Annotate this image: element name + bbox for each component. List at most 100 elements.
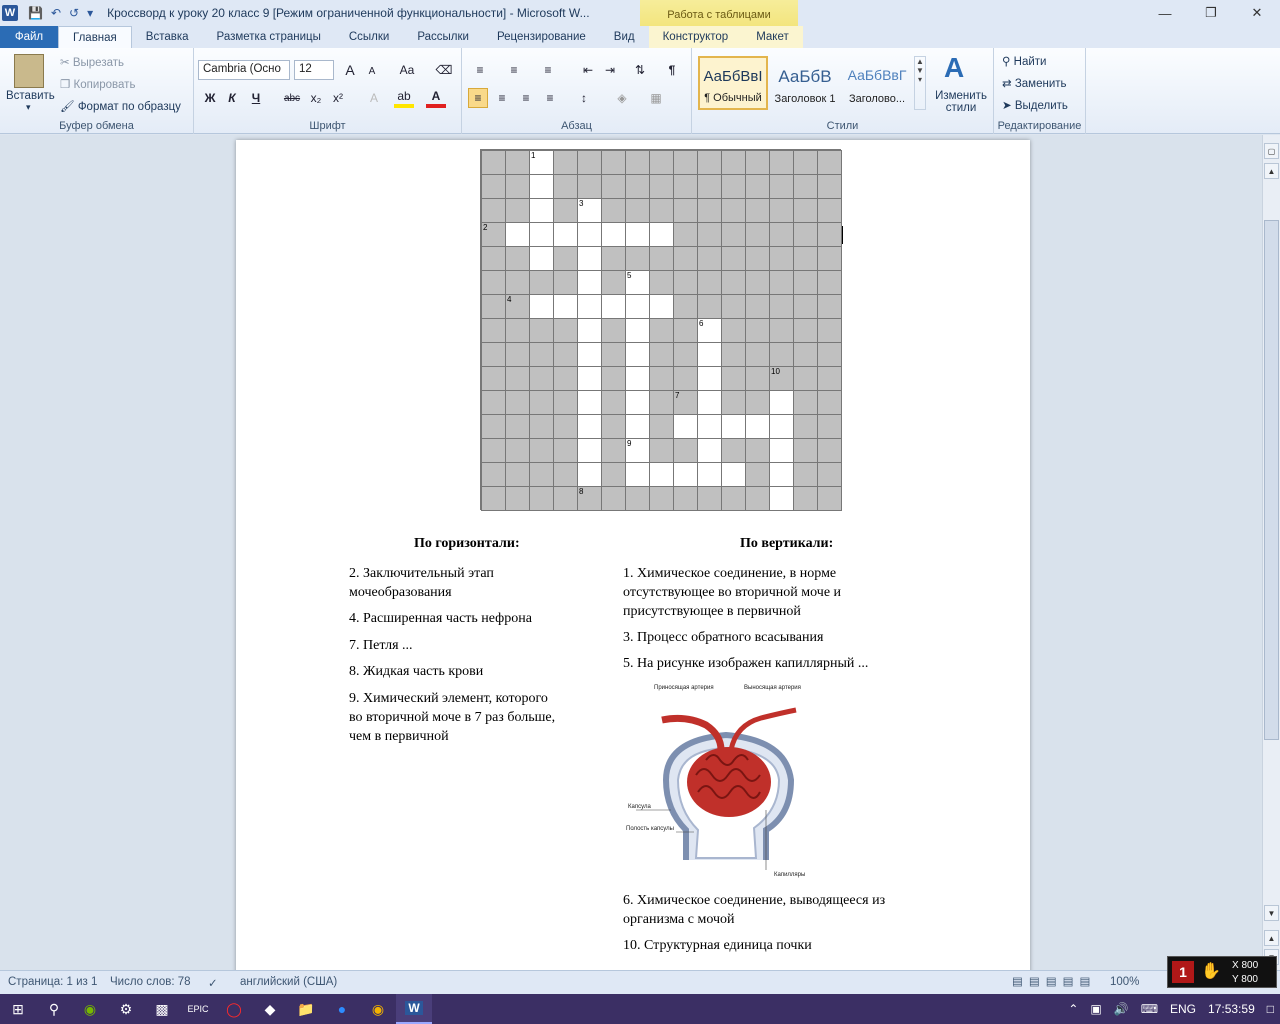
customize-qat-icon[interactable]: ▾ [87,6,93,20]
clue-across-7[interactable]: 7. Петля ... [349,636,413,655]
crossword-cell-open[interactable] [697,342,722,367]
underline-button[interactable]: Ч [246,88,266,108]
sort-icon[interactable]: ⇅ [630,60,650,80]
crossword-cell-open[interactable] [697,366,722,391]
style-heading1[interactable]: АаБбВ Заголовок 1 [770,56,840,110]
keyboard-icon[interactable]: ⌨ [1141,1002,1158,1016]
clear-format-icon[interactable]: ⌫ [434,60,454,80]
crossword-cell-open[interactable] [577,438,602,463]
scroll-up-arrow[interactable]: ▲ [1264,163,1279,179]
crossword-cell-open[interactable] [625,318,650,343]
crossword-cell-open[interactable] [577,318,602,343]
crossword-cell-open[interactable] [577,462,602,487]
steam-icon[interactable]: ⚙ [108,994,144,1024]
word-taskbar-icon[interactable]: W [396,994,432,1024]
select-button[interactable]: ➤ Выделить [1002,98,1068,112]
crossword-cell-open[interactable]: 6 [697,318,722,343]
tab-home[interactable]: Главная [58,26,132,48]
clue-down-3[interactable]: 3. Процесс обратного всасывания [623,628,823,647]
media-icon[interactable]: ▩ [144,994,180,1024]
crossword-cell-open[interactable] [769,438,794,463]
crossword-cell-open[interactable] [625,414,650,439]
scroll-thumb[interactable] [1264,220,1279,740]
tray-clock[interactable]: 17:53:59 [1208,1002,1255,1016]
vertical-scrollbar[interactable]: ▢ ▲ ▼ ▲ ▼ [1262,135,1280,970]
crossword-cell-open[interactable] [673,462,698,487]
clue-across-8[interactable]: 8. Жидкая часть крови [349,662,483,681]
find-button[interactable]: ⚲ Найти [1002,54,1046,68]
format-painter-button[interactable]: 🖌 Формат по образцу [60,99,181,113]
crossword-cell-open[interactable] [577,270,602,295]
crossword-cell-open[interactable] [577,246,602,271]
crossword-cell-open[interactable] [649,222,674,247]
clue-down-10[interactable]: 10. Структурная единица почки [623,936,812,955]
save-icon[interactable]: 💾 [28,6,43,20]
numbering-icon[interactable]: ≡ [504,60,524,80]
crossword-cell-open[interactable] [649,462,674,487]
prev-page-icon[interactable]: ▲ [1264,930,1279,946]
crossword-cell-open[interactable] [577,414,602,439]
clue-across-2[interactable]: 2. Заключительный этап мочеобразования [349,564,494,602]
crossword-cell-open[interactable] [529,198,554,223]
crossword-cell-open[interactable] [577,342,602,367]
tab-page-layout[interactable]: Разметка страницы [203,26,335,48]
multilevel-list-icon[interactable]: ≡ [538,60,558,80]
crossword-cell-open[interactable]: 9 [625,438,650,463]
proofing-icon[interactable]: ✓ [208,976,218,990]
document-page[interactable]: 1 3 2 5 4 6 10 7 9 8 По горизонтали: По вертикали… [236,140,1030,970]
replace-button[interactable]: ⇄ Заменить [1002,76,1067,90]
align-left-icon[interactable]: ≡ [468,88,488,108]
crossword-cell-open[interactable] [625,342,650,367]
chrome-icon[interactable]: ◉ [360,994,396,1024]
word-app-icon[interactable]: W [2,5,18,21]
crossword-cell-open[interactable] [529,174,554,199]
shading-icon[interactable]: ◈ [612,88,632,108]
document-area[interactable]: 1 3 2 5 4 6 10 7 9 8 По горизонтали: По вертикали… [0,135,1262,970]
grow-font-button[interactable]: A [340,60,360,80]
style-heading2[interactable]: АаБбВвГ Заголово... [842,56,912,110]
crossword-cell-open[interactable] [649,294,674,319]
crossword-cell-open[interactable] [529,222,554,247]
crossword-cell-open[interactable] [601,294,626,319]
tab-view[interactable]: Вид [600,26,649,48]
text-effects-icon[interactable]: A [364,88,384,108]
crossword-cell-open[interactable] [721,462,746,487]
epic-games-icon[interactable]: EPIC [180,994,216,1024]
cut-button[interactable]: ✂ Вырезать [60,55,124,69]
status-words[interactable]: Число слов: 78 [110,976,191,988]
tab-table-design[interactable]: Конструктор [648,26,743,48]
crossword-cell-open[interactable] [577,222,602,247]
tray-language[interactable]: ENG [1170,1002,1196,1016]
highlight-icon[interactable]: ab [394,88,414,108]
crossword-cell-open[interactable] [625,366,650,391]
zoom-level[interactable]: 100% [1110,976,1139,988]
view-buttons-icon[interactable]: ▤▤▤▤▤ [1012,974,1096,988]
subscript-button[interactable]: x₂ [306,88,326,108]
crossword-cell-open[interactable] [721,414,746,439]
clue-across-4[interactable]: 4. Расширенная часть нефрона [349,609,532,628]
crossword-cell-open[interactable]: 5 [625,270,650,295]
close-button[interactable]: ✕ [1234,0,1280,26]
tab-table-layout[interactable]: Макет [742,26,803,48]
crossword-cell-open[interactable]: 1 [529,150,554,175]
opera-icon[interactable]: ◯ [216,994,252,1024]
tray-chevron-icon[interactable]: ⌃ [1068,1002,1078,1016]
clue-across-9[interactable]: 9. Химический элемент, которого во втори… [349,689,555,746]
align-center-icon[interactable]: ≡ [492,88,512,108]
shrink-font-button[interactable]: A [362,61,382,81]
zoom-app-icon[interactable]: ● [324,994,360,1024]
paste-dropdown-icon[interactable]: ▾ [26,102,31,113]
strikethrough-button[interactable]: abc [280,88,304,108]
network-icon[interactable]: ▣ [1090,1002,1101,1016]
folder-icon[interactable]: 📁 [288,994,324,1024]
redo-icon[interactable]: ↺ [69,6,79,20]
start-windows-icon[interactable]: ⊞ [0,994,36,1024]
status-language[interactable]: английский (США) [240,976,337,988]
restore-button[interactable]: ❐ [1188,0,1234,26]
volume-icon[interactable]: 🔊 [1114,1002,1129,1016]
justify-icon[interactable]: ≡ [540,88,560,108]
crossword-cell-open[interactable] [769,390,794,415]
change-styles-icon[interactable]: A [944,52,964,84]
line-spacing-icon[interactable]: ↕ [574,88,594,108]
ruler-toggle-icon[interactable]: ▢ [1264,143,1279,159]
